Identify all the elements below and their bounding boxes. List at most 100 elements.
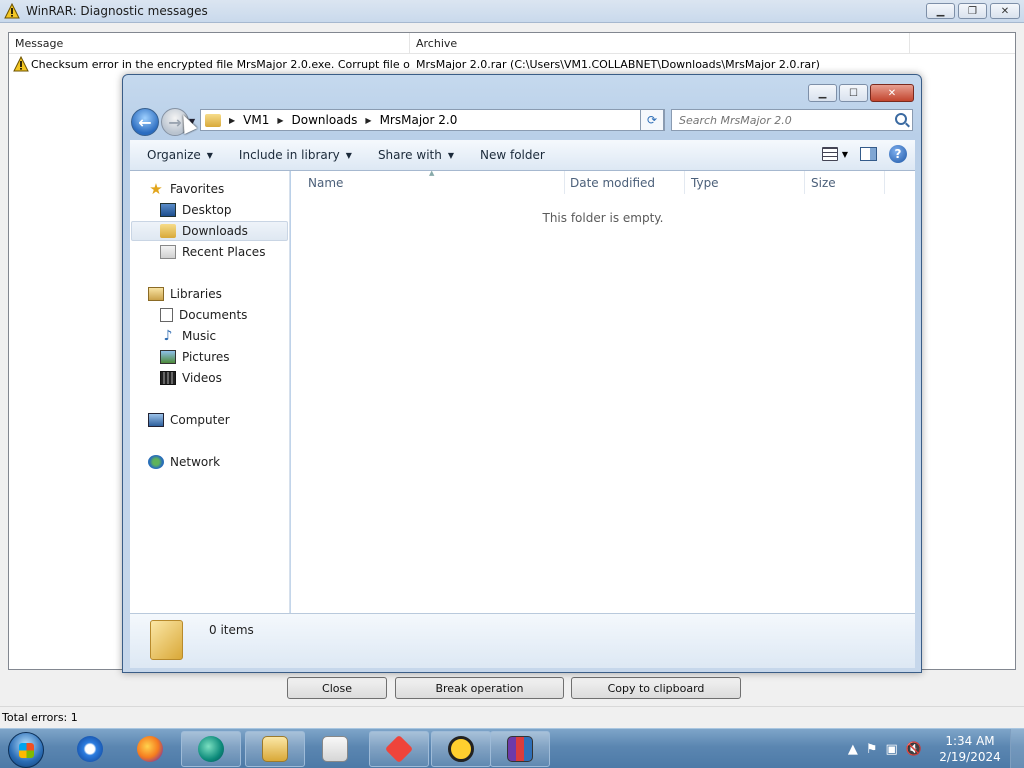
breadcrumb-mrsmajor[interactable]: MrsMajor 2.0	[380, 113, 458, 127]
winrar-window-title: WinRAR: Diagnostic messages	[26, 4, 208, 18]
nav-label: Desktop	[182, 203, 232, 217]
internet-explorer-icon	[77, 736, 103, 762]
message-row[interactable]: Checksum error in the encrypted file Mrs…	[9, 54, 1015, 74]
organize-menu[interactable]: Organize ▼	[138, 148, 222, 162]
minimize-icon: ▁	[818, 87, 827, 99]
include-in-library-menu[interactable]: Include in library ▼	[230, 148, 361, 162]
taskbar-explorer[interactable]	[245, 731, 305, 767]
taskbar: ▲ ⚑ ▣ 🔇 1:34 AM 2/19/2024	[0, 728, 1024, 768]
address-bar[interactable]: ▶ VM1 ▶ Downloads ▶ MrsMajor 2.0 ▼	[200, 109, 665, 131]
network-status-icon[interactable]: ▣	[886, 742, 898, 757]
restore-icon: ❐	[968, 5, 977, 17]
minimize-button[interactable]: ▁	[926, 3, 955, 19]
recent-places-icon	[160, 245, 176, 259]
new-folder-label: New folder	[480, 148, 545, 162]
chevron-down-icon[interactable]: ▼	[842, 150, 848, 159]
restore-button[interactable]: ❐	[958, 3, 987, 19]
firefox-icon	[137, 736, 163, 762]
back-button[interactable]: ←	[131, 108, 159, 136]
action-center-flag-icon[interactable]: ⚑	[866, 742, 878, 757]
chevron-right-icon[interactable]: ▶	[277, 116, 283, 125]
winrar-titlebar[interactable]: WinRAR: Diagnostic messages	[0, 0, 1024, 23]
computer-icon	[148, 413, 164, 427]
refresh-icon: ⟳	[646, 113, 658, 127]
desktop-icon	[160, 203, 176, 217]
archive-text: MrsMajor 2.0.rar (C:\Users\VM1.COLLABNET…	[416, 57, 820, 71]
item-count: 0 items	[209, 623, 254, 637]
nav-computer[interactable]: Computer	[148, 413, 230, 427]
nav-libraries[interactable]: Libraries	[148, 287, 222, 301]
search-icon[interactable]	[895, 113, 907, 125]
clock-time: 1:34 AM	[945, 734, 995, 748]
nav-pictures[interactable]: Pictures	[160, 350, 230, 364]
preview-pane-icon[interactable]	[860, 147, 877, 161]
new-folder-button[interactable]: New folder	[471, 148, 554, 162]
search-box[interactable]	[671, 109, 913, 131]
taskbar-sandbox-app[interactable]	[181, 731, 241, 767]
navigation-pane[interactable]: ★ Favorites Desktop Downloads Recent Plac…	[130, 171, 290, 613]
folder-icon	[205, 113, 221, 127]
taskbar-winrar[interactable]	[490, 731, 550, 767]
column-header-archive[interactable]: Archive	[410, 33, 910, 53]
volume-muted-icon[interactable]: 🔇	[906, 742, 922, 757]
start-button[interactable]	[8, 732, 44, 768]
column-header-type[interactable]: Type	[685, 171, 805, 194]
organize-label: Organize	[147, 148, 201, 162]
warning-icon	[4, 3, 20, 19]
nav-network[interactable]: Network	[148, 455, 220, 469]
explorer-minimize-button[interactable]: ▁	[808, 84, 837, 102]
nav-videos[interactable]: Videos	[160, 371, 222, 385]
share-label: Share with	[377, 148, 442, 162]
clock[interactable]: 1:34 AM 2/19/2024	[930, 733, 1010, 765]
break-operation-button[interactable]: Break operation	[395, 677, 564, 699]
taskbar-lookupview[interactable]	[431, 731, 491, 767]
breadcrumb-vm1[interactable]: VM1	[243, 113, 269, 127]
taskbar-media-player[interactable]	[307, 731, 363, 767]
libraries-icon	[148, 287, 164, 301]
minimize-icon: ▁	[936, 5, 945, 17]
explorer-close-button[interactable]: ✕	[870, 84, 914, 102]
change-view-icon[interactable]	[821, 147, 838, 161]
column-header-name[interactable]: ▲ Name	[291, 169, 565, 194]
documents-icon	[160, 308, 173, 322]
help-icon[interactable]: ?	[889, 145, 907, 163]
system-tray: ▲ ⚑ ▣ 🔇 1:34 AM 2/19/2024	[848, 729, 1024, 768]
close-window-button[interactable]: ✕	[990, 3, 1020, 19]
search-input[interactable]	[679, 113, 889, 127]
share-with-menu[interactable]: Share with ▼	[369, 148, 463, 162]
file-list-pane[interactable]: ▲ Name Date modified Type Size This folde…	[291, 169, 915, 613]
nav-downloads[interactable]: Downloads	[131, 221, 288, 241]
taskbar-anydesk[interactable]	[369, 731, 429, 767]
nav-recent-places[interactable]: Recent Places	[160, 245, 265, 259]
chevron-right-icon[interactable]: ▶	[365, 116, 371, 125]
chevron-down-icon: ▼	[345, 150, 352, 160]
clock-date: 2/19/2024	[939, 750, 1001, 764]
chevron-right-icon[interactable]: ▶	[229, 116, 235, 125]
star-icon: ★	[149, 180, 163, 198]
show-hidden-icons-icon[interactable]: ▲	[848, 742, 858, 757]
folder-icon	[150, 620, 183, 660]
breadcrumb-downloads[interactable]: Downloads	[292, 113, 358, 127]
details-pane: 0 items	[130, 613, 915, 668]
taskbar-firefox[interactable]	[122, 731, 178, 767]
nav-favorites[interactable]: ★ Favorites	[148, 180, 225, 198]
column-header-message[interactable]: Message	[9, 33, 410, 53]
nav-desktop[interactable]: Desktop	[160, 203, 232, 217]
nav-label: Music	[182, 329, 217, 343]
warning-icon	[13, 56, 29, 72]
taskbar-internet-explorer[interactable]	[62, 731, 118, 767]
copy-to-clipboard-button[interactable]: Copy to clipboard	[571, 677, 741, 699]
maximize-icon: ☐	[849, 87, 858, 99]
refresh-button[interactable]: ⟳	[640, 109, 664, 131]
show-desktop-button[interactable]	[1010, 729, 1024, 768]
music-icon: ♪	[163, 328, 173, 344]
column-date-label: Date modified	[570, 175, 656, 190]
explorer-maximize-button[interactable]: ☐	[839, 84, 868, 102]
close-button[interactable]: Close	[287, 677, 387, 699]
nav-label: Favorites	[170, 182, 225, 196]
column-header-date[interactable]: Date modified	[565, 171, 685, 194]
column-header-size[interactable]: Size	[805, 171, 885, 194]
nav-documents[interactable]: Documents	[160, 308, 247, 322]
nav-music[interactable]: ♪ Music	[160, 328, 217, 344]
file-list-header: ▲ Name Date modified Type Size	[291, 169, 915, 195]
